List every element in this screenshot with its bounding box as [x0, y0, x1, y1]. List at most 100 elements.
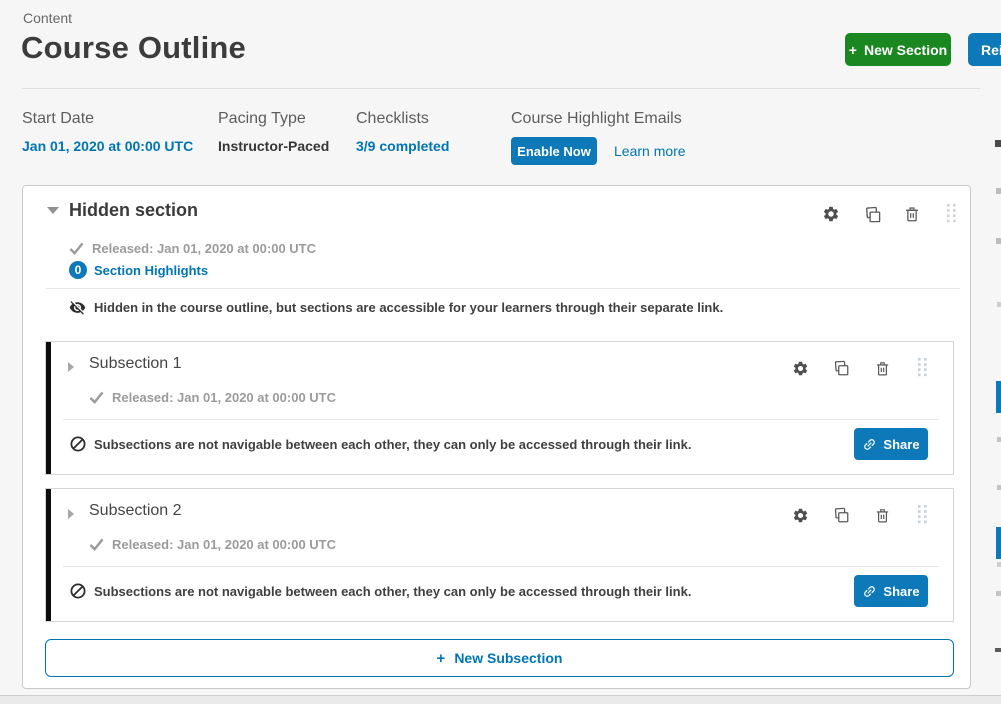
- subsection-1-title: Subsection 1: [89, 355, 182, 373]
- clipped-content-fragment: [997, 302, 1001, 307]
- pacing-type-label: Pacing Type: [218, 110, 329, 128]
- caret-right-icon: [68, 509, 74, 519]
- trash-icon: [874, 360, 891, 377]
- clipped-content-fragment: [997, 485, 1001, 490]
- chain-link-icon: [859, 580, 880, 601]
- share-label: Share: [883, 437, 919, 452]
- share-label: Share: [883, 584, 919, 599]
- subsection-2-divider: [63, 566, 939, 567]
- footer-strip: [0, 695, 1001, 704]
- duplicate-icon: [832, 359, 850, 377]
- pacing-type-value: Instructor-Paced: [218, 138, 329, 154]
- subsection-2-expand-toggle[interactable]: [64, 505, 78, 523]
- duplicate-icon: [863, 205, 882, 224]
- section-divider: [46, 288, 960, 289]
- start-date-label: Start Date: [22, 110, 193, 128]
- page-title: Course Outline: [21, 30, 246, 66]
- subsection-2-configure-button[interactable]: [788, 503, 812, 527]
- enable-now-button[interactable]: Enable Now: [511, 137, 597, 165]
- stat-highlight-emails: Course Highlight Emails Enable Now Learn…: [511, 110, 686, 165]
- plus-icon: +: [437, 650, 446, 667]
- new-subsection-label: New Subsection: [454, 650, 562, 666]
- section-released-text: Released: Jan 01, 2020 at 00:00 UTC: [92, 241, 316, 256]
- section-hidden-notice-text: Hidden in the course outline, but sectio…: [94, 300, 723, 315]
- subsection-2-delete-button[interactable]: [870, 503, 894, 527]
- check-icon: [69, 242, 84, 255]
- subsection-1-release-status: Released: Jan 01, 2020 at 00:00 UTC: [89, 390, 336, 405]
- caret-right-icon: [68, 362, 74, 372]
- drag-handle-icon: [917, 504, 928, 524]
- new-subsection-button[interactable]: + New Subsection: [45, 639, 954, 677]
- start-date-link[interactable]: Jan 01, 2020 at 00:00 UTC: [22, 138, 193, 154]
- subsection-card-2: Subsection 2: [45, 488, 954, 622]
- subsection-2-notice-text: Subsections are not navigable between ea…: [94, 584, 691, 599]
- reindex-label: Reindex: [981, 42, 1001, 58]
- section-card: Hidden section Released: Jan 01,: [22, 185, 971, 689]
- subsection-1-duplicate-button[interactable]: [829, 356, 853, 380]
- drag-handle-icon: [917, 357, 928, 377]
- section-collapse-toggle[interactable]: [43, 203, 63, 218]
- subsection-1-notice-text: Subsections are not navigable between ea…: [94, 437, 691, 452]
- course-outline-page: Content Course Outline + New Section Rei…: [0, 0, 1001, 704]
- checklists-link[interactable]: 3/9 completed: [356, 138, 449, 154]
- clipped-content-fragment: [995, 140, 1001, 147]
- section-drag-handle[interactable]: [939, 201, 963, 225]
- subsection-2-share-button[interactable]: Share: [854, 575, 928, 607]
- subsection-1-share-button[interactable]: Share: [854, 428, 928, 460]
- check-icon: [89, 538, 104, 551]
- stat-pacing-type: Pacing Type Instructor-Paced: [218, 110, 329, 154]
- gear-icon: [822, 205, 840, 223]
- no-entry-icon: [70, 436, 86, 452]
- subsection-2-drag-handle[interactable]: [910, 502, 934, 526]
- clipped-content-fragment: [996, 527, 1001, 559]
- section-hidden-notice: Hidden in the course outline, but sectio…: [69, 299, 723, 316]
- gear-icon: [792, 507, 809, 524]
- subsection-2-duplicate-button[interactable]: [829, 503, 853, 527]
- clipped-content-fragment: [997, 562, 1001, 567]
- hidden-indicator-bar: [46, 342, 51, 474]
- section-configure-button[interactable]: [819, 202, 843, 226]
- check-icon: [89, 391, 104, 404]
- eye-slash-icon: [69, 299, 86, 316]
- drag-handle-icon: [946, 203, 957, 223]
- highlights-count-badge: 0: [69, 261, 87, 279]
- learn-more-link[interactable]: Learn more: [614, 143, 686, 159]
- clipped-content-fragment: [996, 188, 1001, 194]
- breadcrumb: Content: [23, 10, 72, 26]
- clipped-content-fragment: [996, 238, 1001, 244]
- reindex-button[interactable]: Reindex: [968, 33, 1001, 66]
- trash-icon: [874, 507, 891, 524]
- subsection-1-notice: Subsections are not navigable between ea…: [70, 436, 691, 452]
- clipped-content-fragment: [997, 437, 1001, 442]
- duplicate-icon: [832, 506, 850, 524]
- chain-link-icon: [859, 433, 880, 454]
- subsection-1-divider: [63, 419, 939, 420]
- caret-down-icon: [47, 207, 59, 214]
- trash-icon: [903, 205, 921, 223]
- new-section-button[interactable]: + New Section: [845, 33, 951, 66]
- hidden-indicator-bar: [46, 489, 51, 621]
- subsection-1-delete-button[interactable]: [870, 356, 894, 380]
- highlight-emails-label: Course Highlight Emails: [511, 110, 686, 128]
- header-divider: [22, 88, 980, 89]
- subsection-1-configure-button[interactable]: [788, 356, 812, 380]
- section-release-status: Released: Jan 01, 2020 at 00:00 UTC: [69, 241, 316, 256]
- subsection-2-notice: Subsections are not navigable between ea…: [70, 583, 691, 599]
- section-duplicate-button[interactable]: [860, 202, 884, 226]
- plus-icon: +: [849, 42, 857, 58]
- section-highlights: 0 Section Highlights: [69, 261, 208, 279]
- section-highlights-link[interactable]: Section Highlights: [94, 263, 208, 278]
- clipped-content-fragment: [996, 381, 1001, 413]
- new-section-label: New Section: [864, 42, 947, 58]
- stat-start-date: Start Date Jan 01, 2020 at 00:00 UTC: [22, 110, 193, 154]
- subsection-1-released-text: Released: Jan 01, 2020 at 00:00 UTC: [112, 390, 336, 405]
- subsection-1-drag-handle[interactable]: [910, 355, 934, 379]
- section-delete-button[interactable]: [900, 202, 924, 226]
- subsection-card-1: Subsection 1: [45, 341, 954, 475]
- section-title: Hidden section: [69, 200, 198, 221]
- gear-icon: [792, 360, 809, 377]
- subsection-1-expand-toggle[interactable]: [64, 358, 78, 376]
- checklists-label: Checklists: [356, 110, 449, 128]
- clipped-content-fragment: [995, 648, 1001, 652]
- stat-checklists: Checklists 3/9 completed: [356, 110, 449, 154]
